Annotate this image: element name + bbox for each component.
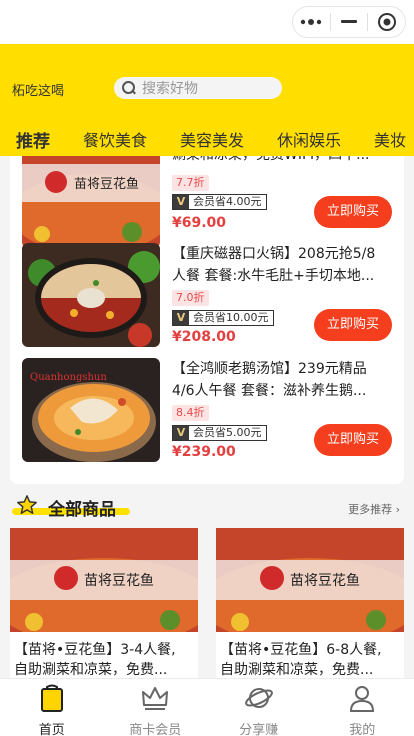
discount-badge: 7.0折 (172, 290, 209, 306)
section-title: 全部商品 (48, 500, 116, 520)
member-saving-badge: V 会员省10.00元 (172, 310, 274, 326)
goods-title-line: 自助涮菜和凉菜，免费... (14, 662, 168, 678)
shop-sign-text: 苗将豆花鱼 (290, 572, 360, 589)
tab-label: 首页 (38, 723, 65, 736)
search-icon (122, 81, 136, 95)
buy-now-button[interactable]: 立即购买 (314, 309, 392, 341)
status-bar (0, 0, 414, 44)
tab-home[interactable]: 首页 (0, 679, 104, 736)
goods-title-line: 【苗将•豆花鱼】3-4人餐, (14, 642, 176, 658)
shopping-bag-icon (40, 684, 63, 712)
more-recommend-link[interactable]: 更多推荐 › (348, 501, 400, 517)
product-title: 【全鸿顺老鹅汤馆】239元精品 4/6人午餐 套餐：滋补养生鹅... (172, 358, 394, 402)
discount-badge: 7.7折 (172, 175, 209, 191)
more-recommend-label: 更多推荐 (348, 503, 393, 516)
product-price: ¥239.00 (172, 444, 236, 460)
search-bar[interactable]: 搜索好物 (114, 77, 282, 99)
tab-member-card[interactable]: 商卡会员 (104, 679, 208, 736)
chevron-right-icon: › (395, 503, 400, 516)
goods-card[interactable]: 苗将豆花鱼 【苗将•豆花鱼】3-4人餐, 自助涮菜和凉菜，免费... (10, 528, 198, 678)
user-icon (350, 686, 375, 712)
member-saving-badge: V 会员省4.00元 (172, 194, 267, 210)
tab-share-earn[interactable]: 分享赚 (207, 679, 311, 736)
tab-leisure[interactable]: 休闲娱乐 (277, 127, 341, 151)
planet-icon (244, 688, 273, 708)
vip-icon: V (173, 311, 189, 325)
tab-recommend[interactable]: 推荐 (16, 127, 50, 152)
city-selector[interactable]: 柘吃这喝 (12, 80, 64, 99)
product-price: ¥69.00 (172, 215, 227, 231)
tab-cosmetics[interactable]: 美妆 (374, 127, 406, 151)
list-item[interactable]: 【重庆磁器口火锅】208元抢5/8 人餐 套餐:水牛毛肚+手切本地... 7.0… (10, 243, 404, 347)
tab-label: 分享赚 (239, 723, 279, 736)
all-goods-header: 全部商品 更多推荐 › (0, 490, 414, 524)
svg-text:Quanhongshun: Quanhongshun (30, 372, 107, 383)
goods-title: 【苗将•豆花鱼】3-4人餐, 自助涮菜和凉菜，免费... (14, 640, 196, 678)
more-dots-icon[interactable] (293, 7, 329, 37)
goods-image: 苗将豆花鱼 (10, 528, 198, 632)
minus-icon[interactable] (331, 7, 367, 37)
product-title-line: 【全鸿顺老鹅汤馆】239元精品 (172, 361, 367, 377)
goods-title-line: 自助涮菜和凉菜，免费... (220, 662, 374, 678)
product-title-line: 人餐 套餐:水牛毛肚+手切本地... (172, 268, 375, 284)
tab-food[interactable]: 餐饮美食 (83, 127, 147, 151)
member-saving-badge: V 会员省5.00元 (172, 425, 267, 441)
goods-title-line: 【苗将•豆花鱼】6-8人餐, (220, 642, 382, 658)
page: 柘吃这喝 搜索好物 推荐 餐饮美食 美容美发 休闲娱乐 美妆 苗将豆花鱼 7.7… (0, 0, 414, 736)
recommend-list: 苗将豆花鱼 涮菜和凉菜，免费WIFI，四十... 7.7折 V 会员省4.00元… (10, 156, 404, 484)
list-item[interactable]: Quanhongshun 【全鸿顺老鹅汤馆】239元精品 4/6人午餐 套餐：滋… (10, 358, 404, 462)
star-icon (17, 495, 37, 514)
member-saving-text: 会员省4.00元 (189, 195, 266, 209)
product-title: 【重庆磁器口火锅】208元抢5/8 人餐 套餐:水牛毛肚+手切本地... (172, 243, 394, 287)
discount-badge: 8.4折 (172, 405, 209, 421)
goods-card[interactable]: 苗将豆花鱼 【苗将•豆花鱼】6-8人餐, 自助涮菜和凉菜，免费... (216, 528, 404, 678)
shop-sign-text: 苗将豆花鱼 (74, 176, 139, 192)
member-saving-text: 会员省10.00元 (189, 311, 273, 325)
tab-label: 我的 (349, 723, 376, 736)
buy-now-button[interactable]: 立即购买 (314, 424, 392, 456)
vip-icon: V (173, 195, 189, 209)
crown-icon (142, 687, 169, 710)
goods-image: 苗将豆花鱼 (216, 528, 404, 632)
tab-mine[interactable]: 我的 (311, 679, 414, 736)
tab-label: 商卡会员 (129, 723, 182, 736)
product-title-line: 【重庆磁器口火锅】208元抢5/8 (172, 246, 376, 262)
list-item[interactable]: 苗将豆花鱼 涮菜和凉菜，免费WIFI，四十... 7.7折 V 会员省4.00元… (10, 156, 404, 248)
header: 柘吃这喝 搜索好物 推荐 餐饮美食 美容美发 休闲娱乐 美妆 (0, 44, 414, 156)
buy-now-button[interactable]: 立即购买 (314, 196, 392, 228)
product-image: Quanhongshun (22, 358, 160, 462)
product-title-line: 涮菜和凉菜，免费WIFI，四十... (172, 156, 394, 166)
tab-beauty-hair[interactable]: 美容美发 (180, 127, 244, 151)
product-image (22, 243, 160, 347)
product-image: 苗将豆花鱼 (22, 156, 160, 248)
member-saving-text: 会员省5.00元 (189, 426, 266, 440)
category-tabs: 推荐 餐饮美食 美容美发 休闲娱乐 美妆 (0, 122, 414, 156)
product-title-line: 4/6人午餐 套餐：滋补养生鹅... (172, 383, 367, 399)
mini-program-capsule (292, 6, 406, 38)
goods-title: 【苗将•豆花鱼】6-8人餐, 自助涮菜和凉菜，免费... (220, 640, 402, 678)
product-price: ¥208.00 (172, 329, 236, 345)
bottom-tab-bar: 首页 商卡会员 分享赚 我的 (0, 678, 414, 736)
shop-sign-text: 苗将豆花鱼 (84, 572, 154, 589)
target-circle-icon[interactable] (369, 7, 405, 37)
search-placeholder: 搜索好物 (142, 81, 198, 97)
vip-icon: V (173, 426, 189, 440)
